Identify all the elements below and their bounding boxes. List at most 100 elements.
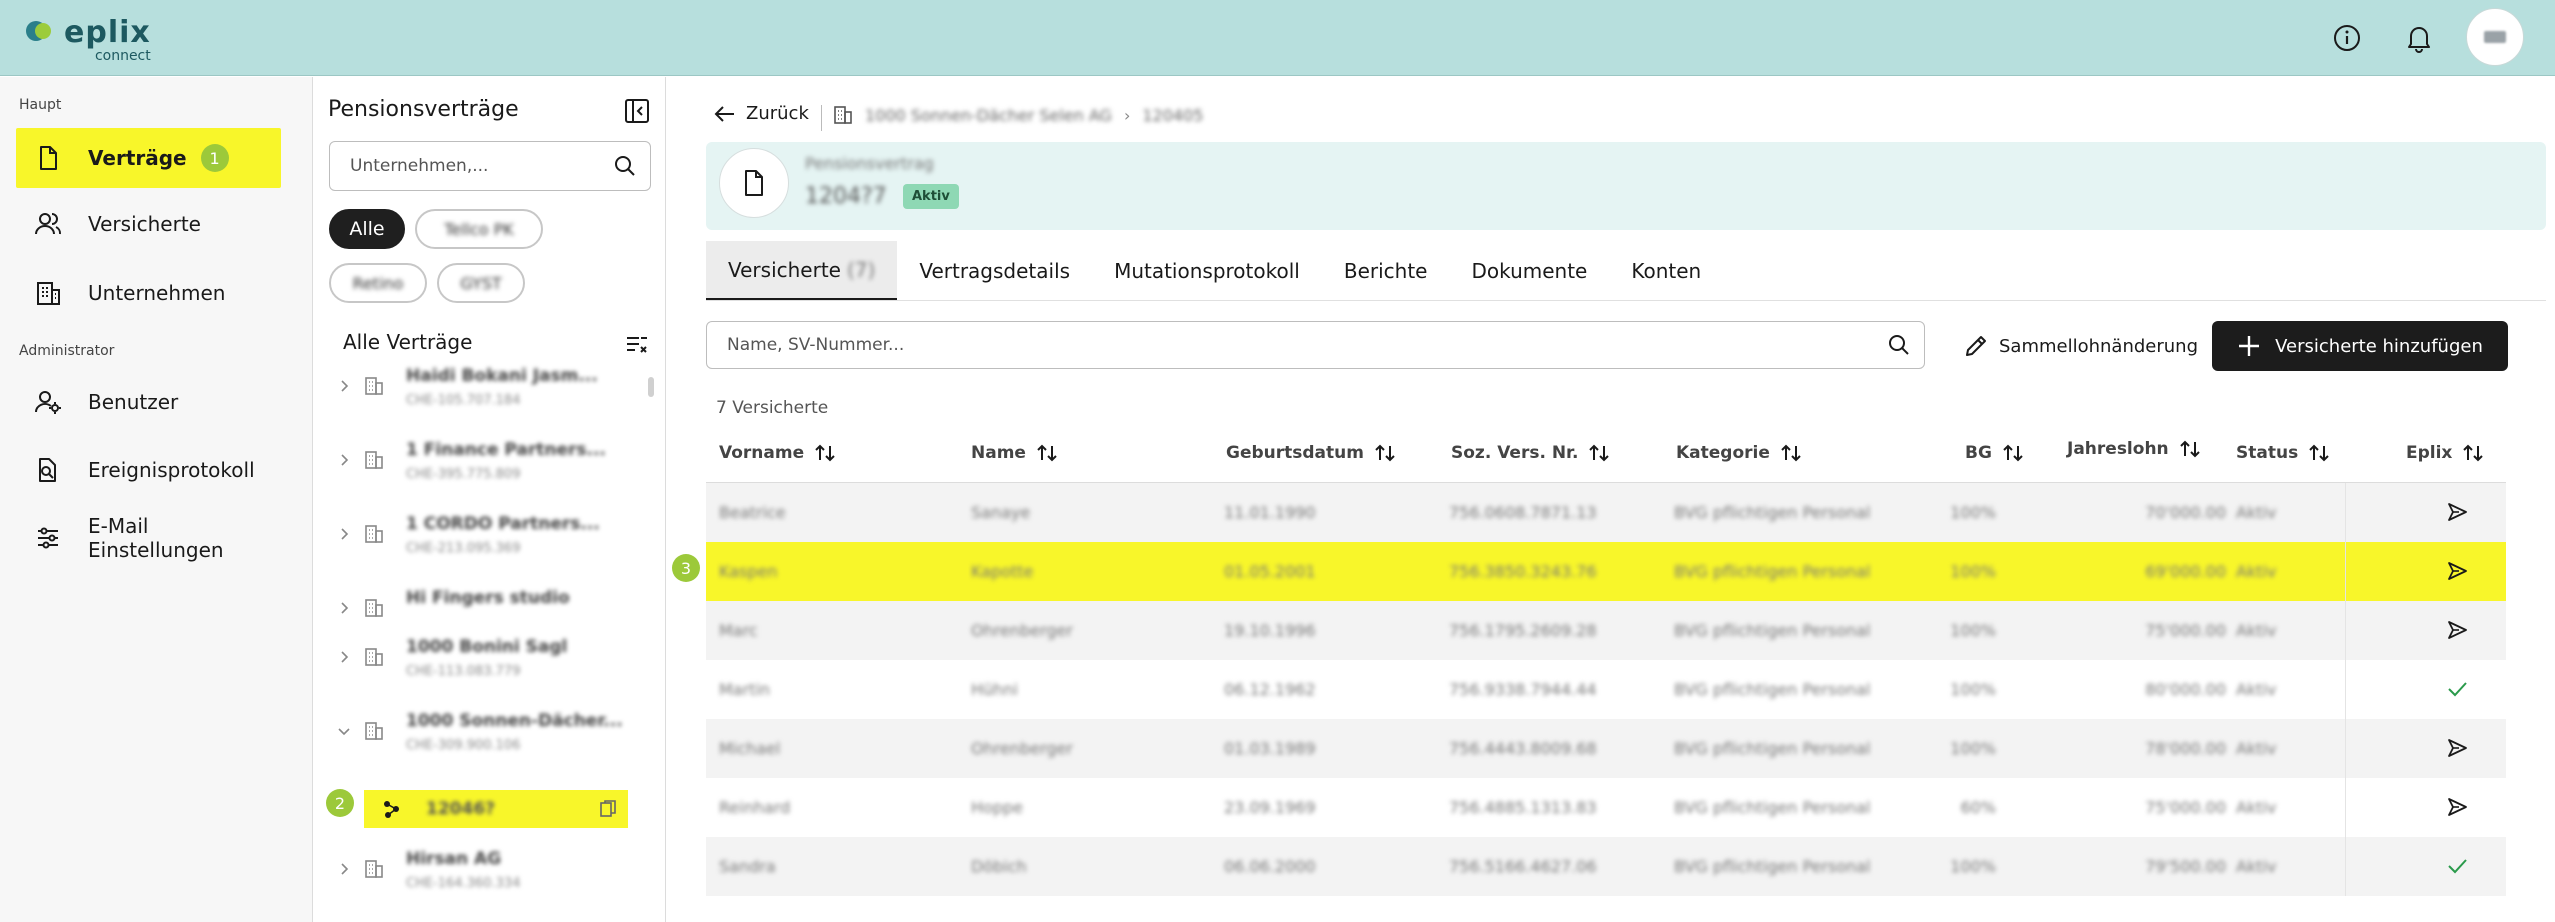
chevron-right-icon[interactable] [336,861,352,877]
tab-versicherte[interactable]: Versicherte (7) [706,241,898,301]
column-header[interactable]: Jahreslohn [2067,439,2201,459]
table-row[interactable]: Reinhard Hoppe 23.09.1969 756.4885.1313.83 B… [706,778,2506,837]
contracts-panel: Pensionsverträge Alle Tellco PK Retino G… [314,77,666,922]
column-header-label: Status [2236,443,2299,463]
column-header[interactable]: Geburtsdatum [1226,443,1396,463]
sort-icon[interactable] [2002,443,2024,463]
column-header[interactable]: Vorname [719,443,836,463]
insured-search-input[interactable] [727,335,1888,355]
sort-icon[interactable] [1588,443,1610,463]
tab-berichte[interactable]: Berichte [1322,241,1450,301]
breadcrumb-contract[interactable]: 120405 [1142,106,1203,125]
filter-chip-tellco[interactable]: Tellco PK [415,209,543,249]
tab-konten[interactable]: Konten [1609,241,1723,301]
back-button[interactable]: Zurück [714,103,809,124]
nav-item-email-einstellungen[interactable]: E-Mail Einstellungen [16,508,281,568]
tree-item-company[interactable]: Haidi Bokani Jasm... CHE-105.707.184 [336,360,656,422]
list-filter-icon[interactable] [624,331,650,357]
chevron-right-icon[interactable] [336,649,352,665]
column-header[interactable]: Status [2236,443,2330,463]
cell-kategorie: BVG pflichtigen Personal [1674,621,1871,640]
cell-vorname: Martin [719,680,771,699]
table-row[interactable]: Marc Ohrenberger 19.10.1996 756.1795.2609.2… [706,601,2506,660]
tree-item-company[interactable]: 1 Finance Partners... CHE-395.775.809 [336,434,656,496]
column-divider [2345,719,2346,778]
filter-chip-retino-label: Retino [352,273,404,293]
column-header-label: Jahreslohn [2067,439,2169,459]
nav-item-unternehmen[interactable]: Unternehmen [16,263,281,323]
sort-icon[interactable] [2462,443,2484,463]
column-divider [2345,601,2346,660]
tree-item-company[interactable]: 1 CORDO Partners... CHE-213.095.369 [336,508,656,570]
info-icon[interactable] [2331,22,2363,54]
chevron-down-icon[interactable] [336,723,352,739]
filter-chip-alle[interactable]: Alle [329,209,405,249]
column-header[interactable]: Soz. Vers. Nr. [1451,443,1610,463]
sort-icon[interactable] [2179,439,2201,459]
chevron-right-icon[interactable] [336,600,352,616]
nav-label-versicherte: Versicherte [88,212,201,236]
sort-icon[interactable] [1780,443,1802,463]
send-icon[interactable] [2446,619,2468,641]
chevron-right-icon[interactable] [336,378,352,394]
filter-chip-gyst[interactable]: GYST [437,263,525,303]
brand-logo[interactable]: eplix connect [26,18,151,63]
column-header[interactable]: Eplix [2406,443,2484,463]
table-row[interactable]: Sandra Döbich 06.06.2000 756.5166.4627.06 BV… [706,837,2506,896]
company-search[interactable] [329,141,651,191]
table-row[interactable]: Martin Hühni 06.12.1962 756.9338.7944.44 BVG… [706,660,2506,719]
send-icon[interactable] [2446,501,2468,523]
table-row[interactable]: Kaspen Kapotte 01.05.2001 756.3850.3243.76 B… [706,542,2506,601]
send-icon[interactable] [2446,737,2468,759]
copy-icon[interactable] [600,800,616,818]
insured-search[interactable] [706,321,1925,369]
breadcrumb-chevron-icon: › [1123,105,1131,125]
nav-label-benutzer: Benutzer [88,390,179,414]
avatar[interactable] [2466,8,2524,66]
chevron-right-icon[interactable] [336,452,352,468]
tree-item-uid: CHE-213.095.369 [406,541,521,556]
add-insured-button[interactable]: Versicherte hinzufügen [2212,321,2508,371]
cell-lohn: 75'000.00 [2145,621,2226,640]
nav-item-vertraege[interactable]: Verträge 1 [16,128,281,188]
bell-icon[interactable] [2403,22,2435,54]
tree-item-selected-contract[interactable]: 12046? [364,790,628,828]
table-row[interactable]: Michael Ohrenberger 01.03.1989 756.4443.800… [706,719,2506,778]
column-header[interactable]: Name [971,443,1058,463]
left-navigation: Haupt Verträge 1 Versicherte Unternehmen… [0,77,313,922]
sammellohn-button[interactable]: Sammellohnänderung [1963,325,2198,367]
tree-item-name: 1 CORDO Partners... [406,514,600,534]
search-icon[interactable] [1888,334,1910,356]
column-header[interactable]: Kategorie [1676,443,1802,463]
tree-item-company[interactable]: 1000 Bonini Sagl CHE-113.083.779 [336,631,656,693]
tree-item-uid: CHE-105.707.184 [406,393,521,408]
send-icon[interactable] [2446,560,2468,582]
column-header[interactable]: BG [1965,443,2024,463]
nav-label-email-einstellungen: E-Mail Einstellungen [88,514,224,562]
collapse-panel-icon[interactable] [624,98,650,124]
tab-dokumente[interactable]: Dokumente [1449,241,1609,301]
tree-item-company[interactable]: Hirsan AG CHE-164.360.334 [336,843,656,905]
send-icon[interactable] [2446,796,2468,818]
table-row[interactable]: Beatrice Sanaye 11.01.1990 756.0608.7871.13… [706,483,2506,542]
company-search-input[interactable] [350,156,614,176]
tab-vertragsdetails[interactable]: Vertragsdetails [897,241,1092,301]
column-divider [2345,542,2346,601]
chevron-right-icon[interactable] [336,526,352,542]
filter-chip-tellco-label: Tellco PK [444,219,514,239]
search-icon[interactable] [614,155,636,177]
filter-chip-retino[interactable]: Retino [329,263,427,303]
cell-geburt: 06.06.2000 [1224,857,1316,876]
nav-item-versicherte[interactable]: Versicherte [16,194,281,254]
table-header: Vorname Name Geburtsdatum Soz. Vers. Nr. Kat… [706,425,2506,483]
nav-item-ereignisprotokoll[interactable]: Ereignisprotokoll [16,440,281,500]
sort-icon[interactable] [1374,443,1396,463]
sort-icon[interactable] [1036,443,1058,463]
tab-mutationsprotokoll[interactable]: Mutationsprotokoll [1092,241,1322,301]
sort-icon[interactable] [814,443,836,463]
nav-item-benutzer[interactable]: Benutzer [16,372,281,432]
column-divider [2345,778,2346,837]
breadcrumb-company[interactable]: 1000 Sonnen-Dächer Selen AG [865,106,1112,125]
tree-item-company[interactable]: 1000 Sonnen-Dächer... CHE-309.900.106 [336,705,656,767]
sort-icon[interactable] [2308,443,2330,463]
